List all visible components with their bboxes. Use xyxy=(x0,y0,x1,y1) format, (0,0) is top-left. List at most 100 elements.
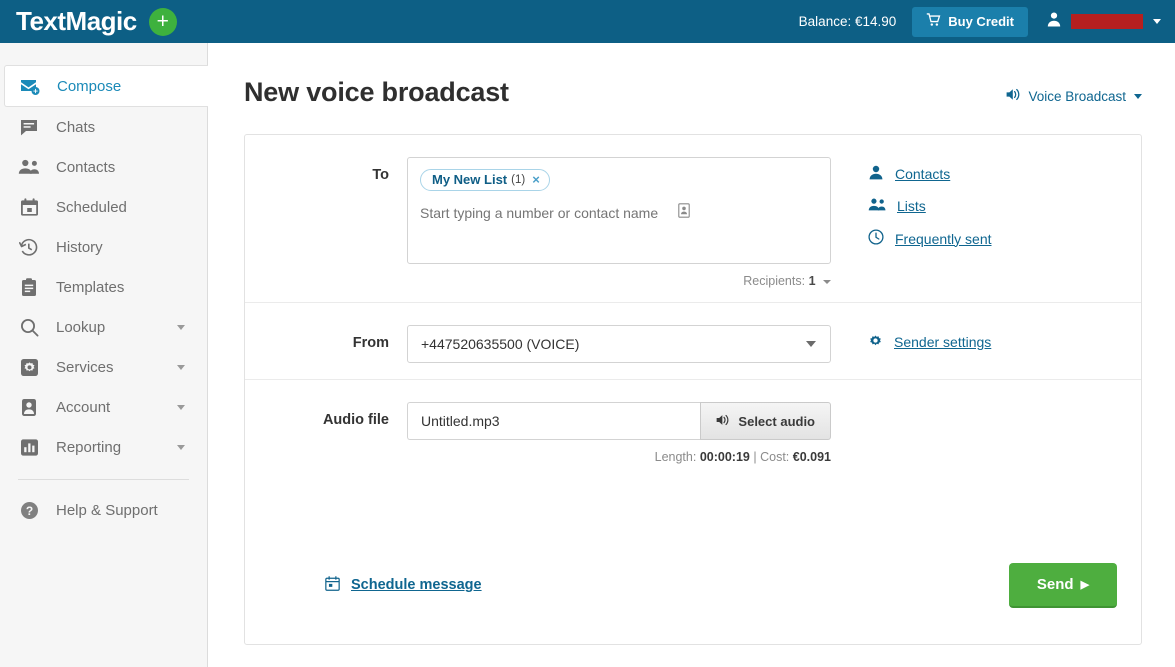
sidebar-item-lookup[interactable]: Lookup xyxy=(0,307,207,347)
meta-separator: | xyxy=(753,450,757,464)
sidebar-item-label: Chats xyxy=(56,118,96,136)
sidebar-item-label: Help & Support xyxy=(56,501,158,519)
to-row: To My New List (1) × Start typing a numb… xyxy=(245,135,1141,303)
from-field-group: +447520635500 (VOICE) xyxy=(407,325,841,365)
sidebar-item-templates[interactable]: Templates xyxy=(0,267,207,307)
chevron-down-icon xyxy=(806,341,816,347)
calendar-icon xyxy=(18,196,40,218)
svg-text:?: ? xyxy=(25,504,32,518)
buy-credit-label: Buy Credit xyxy=(948,14,1014,29)
recipient-chip-count: (1) xyxy=(511,173,526,186)
gear-icon xyxy=(18,356,40,378)
recipients-label: Recipients: xyxy=(743,274,806,288)
sidebar: Compose Chats Contacts Scheduled History… xyxy=(0,43,208,667)
sidebar-item-history[interactable]: History xyxy=(0,227,207,267)
speaker-icon xyxy=(716,414,730,429)
sidebar-item-scheduled[interactable]: Scheduled xyxy=(0,187,207,227)
arrow-right-icon: ▶ xyxy=(1080,578,1090,591)
send-button[interactable]: Send ▶ xyxy=(1009,562,1117,608)
audio-file-label: Audio file xyxy=(322,412,389,428)
header-right-group: Balance: €14.90 Buy Credit xyxy=(798,6,1161,37)
chevron-down-icon xyxy=(1153,19,1161,24)
calendar-icon xyxy=(325,575,340,595)
recipient-chip[interactable]: My New List (1) × xyxy=(420,169,550,191)
user-name-redacted xyxy=(1071,14,1143,29)
main-content: New voice broadcast Voice Broadcast To M… xyxy=(209,43,1175,667)
person-icon xyxy=(18,396,40,418)
contact-card-icon[interactable] xyxy=(678,203,690,223)
buy-credit-button[interactable]: Buy Credit xyxy=(912,6,1028,37)
contacts-link[interactable]: Contacts xyxy=(868,165,1141,183)
people-icon xyxy=(868,197,886,215)
audio-field-group: Untitled.mp3 Select audio Length: 00:00:… xyxy=(407,402,841,464)
close-icon[interactable]: × xyxy=(532,173,540,186)
lists-link[interactable]: Lists xyxy=(868,197,1141,215)
sidebar-item-label: Services xyxy=(56,358,114,376)
frequently-sent-link-label: Frequently sent xyxy=(895,230,992,247)
sidebar-item-label: Reporting xyxy=(56,438,122,456)
clock-icon xyxy=(868,229,884,248)
audio-file-name[interactable]: Untitled.mp3 xyxy=(407,402,701,440)
person-icon xyxy=(868,165,884,183)
recipients-count: 1 xyxy=(808,274,816,288)
contacts-icon xyxy=(18,156,40,178)
recipients-count-row[interactable]: Recipients: 1 xyxy=(407,274,831,288)
card-footer: Schedule message Send ▶ xyxy=(245,526,1141,644)
sender-settings-link[interactable]: Sender settings xyxy=(868,333,1141,351)
recipient-chip-name: My New List xyxy=(432,172,508,187)
sidebar-divider xyxy=(18,479,189,480)
recipients-input-box[interactable]: My New List (1) × xyxy=(407,157,831,264)
quick-add-button[interactable]: + xyxy=(148,7,177,36)
brand-logo[interactable]: TextMagic + xyxy=(16,6,177,37)
sidebar-item-reporting[interactable]: Reporting xyxy=(0,427,207,467)
recipient-search-input[interactable] xyxy=(420,205,670,221)
account-balance: Balance: €14.90 xyxy=(798,14,897,29)
sender-number-value: +447520635500 (VOICE) xyxy=(421,336,580,352)
to-aside-links: Contacts Lists Frequently sent xyxy=(841,157,1141,288)
message-type-switcher[interactable]: Voice Broadcast xyxy=(1006,88,1142,104)
sidebar-item-account[interactable]: Account xyxy=(0,387,207,427)
from-row: From +447520635500 (VOICE) Sender settin… xyxy=(245,303,1141,380)
audio-length-value: 00:00:19 xyxy=(699,450,750,464)
audio-cost-label: Cost: xyxy=(760,450,790,464)
page-header: New voice broadcast Voice Broadcast xyxy=(244,77,1142,108)
sidebar-item-label: Contacts xyxy=(56,158,116,176)
chevron-down-icon xyxy=(177,364,185,370)
frequently-sent-link[interactable]: Frequently sent xyxy=(868,229,1141,248)
chevron-down-icon xyxy=(1134,93,1142,99)
sidebar-item-compose[interactable]: Compose xyxy=(4,65,208,107)
sidebar-item-label: Compose xyxy=(57,77,122,95)
schedule-message-link[interactable]: Schedule message xyxy=(325,575,482,595)
audio-length-label: Length: xyxy=(654,450,697,464)
sidebar-item-label: Lookup xyxy=(56,318,106,336)
user-menu[interactable] xyxy=(1046,11,1161,32)
chart-icon xyxy=(18,436,40,458)
sender-settings-label: Sender settings xyxy=(894,334,992,350)
select-audio-button[interactable]: Select audio xyxy=(700,402,831,440)
chevron-down-icon xyxy=(177,324,185,330)
schedule-message-label: Schedule message xyxy=(351,577,482,593)
sidebar-item-label: Templates xyxy=(56,278,125,296)
select-audio-label: Select audio xyxy=(738,413,815,429)
sidebar-item-label: Account xyxy=(56,398,111,416)
to-field-group: My New List (1) × Start typing a number … xyxy=(407,157,841,288)
audio-cost-value: €0.091 xyxy=(792,450,831,464)
audio-meta-row: Length: 00:00:19 | Cost: €0.091 xyxy=(407,450,831,464)
sidebar-nav: Compose Chats Contacts Scheduled History… xyxy=(0,43,208,530)
cart-icon xyxy=(926,13,941,30)
chevron-down-icon xyxy=(177,444,185,450)
from-aside-links: Sender settings xyxy=(841,325,1141,365)
send-button-label: Send xyxy=(1036,575,1074,593)
top-header-bar: TextMagic + Balance: €14.90 Buy Credit xyxy=(0,0,1175,43)
speaker-icon xyxy=(1006,88,1021,104)
brand-name: TextMagic xyxy=(16,6,137,36)
sidebar-item-services[interactable]: Services xyxy=(0,347,207,387)
sidebar-item-chats[interactable]: Chats xyxy=(0,107,207,147)
sidebar-item-label: History xyxy=(56,238,103,256)
sidebar-item-help-support[interactable]: ? Help & Support xyxy=(0,490,207,530)
sidebar-item-contacts[interactable]: Contacts xyxy=(0,147,207,187)
compose-card: To My New List (1) × Start typing a numb… xyxy=(244,134,1142,645)
sender-number-select[interactable]: +447520635500 (VOICE) xyxy=(407,325,831,363)
from-label: From xyxy=(352,335,389,351)
message-type-label: Voice Broadcast xyxy=(1028,88,1126,104)
